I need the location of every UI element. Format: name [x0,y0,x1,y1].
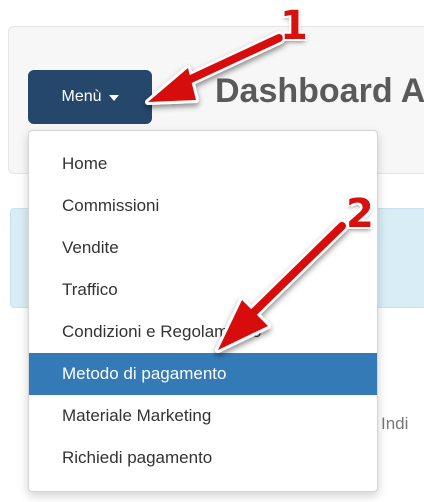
step-1-callout: 1 [280,3,308,49]
dropdown-item-materiale-marketing[interactable]: Materiale Marketing [29,395,377,437]
background-text: Indi [381,414,409,433]
dropdown-item-traffico[interactable]: Traffico [29,269,377,311]
dropdown-menu: Home Commissioni Vendite Traffico Condiz… [28,130,378,492]
step-2-callout: 2 [346,191,374,237]
menu-button[interactable]: Menù [28,70,152,124]
dropdown-item-richiedi-pagamento[interactable]: Richiedi pagamento [29,437,377,479]
caret-down-icon [108,95,119,101]
dropdown-item-home[interactable]: Home [29,143,377,185]
dropdown-item-metodo-pagamento[interactable]: Metodo di pagamento [29,353,377,395]
dropdown-item-condizioni[interactable]: Condizioni e Regolamento [29,311,377,353]
dropdown-item-commissioni[interactable]: Commissioni [29,185,377,227]
menu-button-label: Menù [61,88,102,105]
page-title: Dashboard A [215,72,424,110]
dropdown-item-vendite[interactable]: Vendite [29,227,377,269]
